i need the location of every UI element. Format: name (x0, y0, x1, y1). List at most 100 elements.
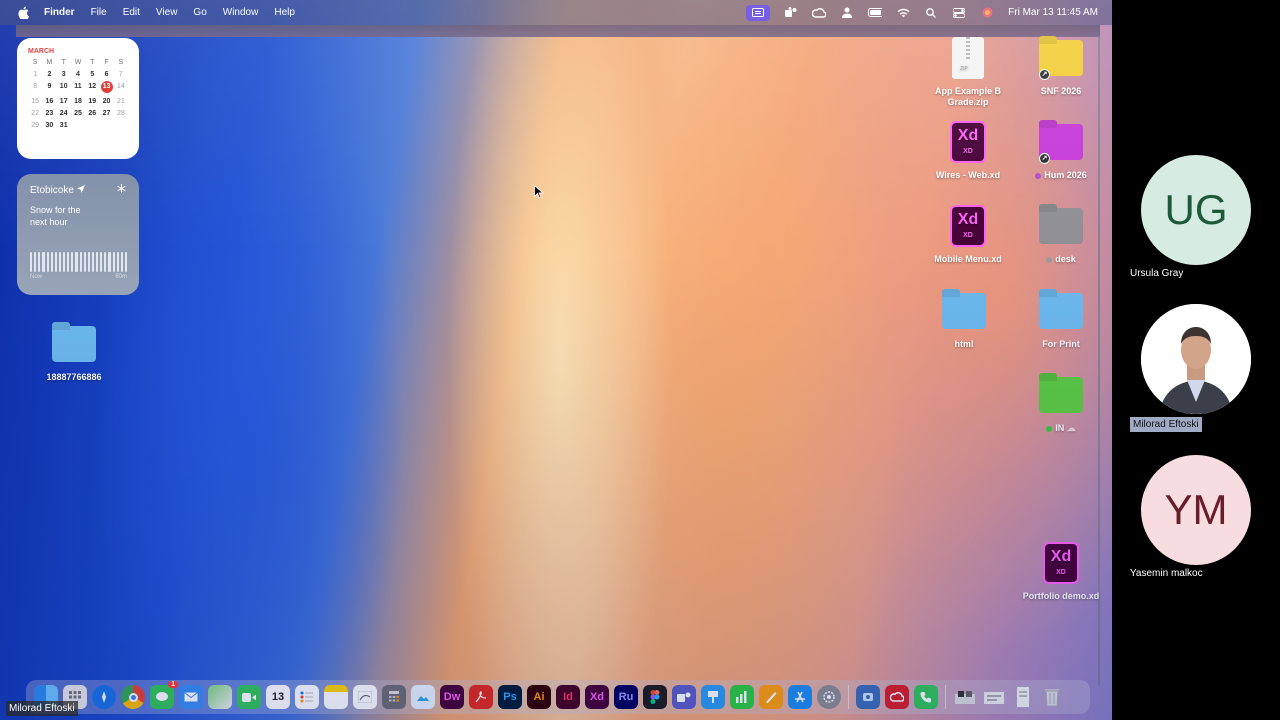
calendar-day[interactable]: 17 (57, 98, 71, 105)
control-center-icon[interactable] (952, 7, 966, 19)
menu-help[interactable]: Help (274, 7, 295, 18)
menu-edit[interactable]: Edit (123, 7, 140, 18)
xd-app-icon[interactable]: Xd (585, 685, 609, 709)
calendar-day[interactable]: 19 (85, 98, 99, 105)
participant-tile-ursula[interactable]: UG Ursula Gray (1130, 155, 1260, 279)
menu-file[interactable]: File (91, 7, 107, 18)
calendar-widget[interactable]: MARCH S M T W T F S 1 2 3 4 5 6 7 8 9 10 11 12 13 14 15 16 17 18… (17, 38, 139, 159)
calendar-day[interactable]: 25 (71, 110, 85, 117)
dock-downloads-stack-icon[interactable] (1011, 685, 1035, 709)
calculator-icon[interactable] (382, 685, 406, 709)
system-settings-icon[interactable] (817, 685, 841, 709)
desktop-folder-html[interactable]: html (924, 289, 1004, 350)
desktop-folder-for-print[interactable]: For Print (1021, 289, 1101, 350)
siri-icon[interactable] (980, 7, 994, 19)
teams-app-icon[interactable] (672, 685, 696, 709)
desktop-file-wires-web-xd[interactable]: Xd XD Wires - Web.xd (928, 120, 1008, 181)
calendar-day[interactable]: 16 (42, 98, 56, 105)
user-icon[interactable] (840, 7, 854, 19)
reminders-icon[interactable] (295, 685, 319, 709)
screenshot-app-icon[interactable] (856, 685, 880, 709)
calendar-weekday: S (32, 59, 38, 66)
menu-view[interactable]: View (156, 7, 178, 18)
messages-icon[interactable]: 1 (150, 681, 178, 709)
calendar-day[interactable]: 21 (114, 98, 128, 105)
safari-icon[interactable] (92, 685, 116, 709)
indesign-icon[interactable]: Id (556, 685, 580, 709)
desktop-folder-in[interactable]: IN ☁ (1021, 373, 1101, 434)
calendar-day[interactable]: 18 (71, 98, 85, 105)
app-store-icon[interactable] (788, 685, 812, 709)
calendar-day[interactable]: 30 (42, 122, 56, 129)
search-icon[interactable] (924, 7, 938, 19)
weather-widget[interactable]: Etobicoke Snow for the next hour Now 60m (17, 174, 139, 295)
creative-cloud-icon[interactable] (812, 7, 827, 19)
premiere-rush-icon[interactable]: Ru (614, 685, 638, 709)
calendar-day[interactable]: 31 (57, 122, 71, 129)
keynote-icon[interactable] (701, 685, 725, 709)
menu-app-name[interactable]: Finder (44, 7, 75, 18)
calendar-day[interactable]: 4 (71, 71, 85, 78)
calendar-today[interactable]: 13 (100, 81, 113, 93)
calendar-day[interactable]: 8 (28, 83, 42, 93)
desktop-folder-numbers[interactable]: 18887766886 (34, 322, 114, 383)
dock-folder-stack-icon[interactable] (953, 685, 977, 709)
figma-icon[interactable] (643, 685, 667, 709)
calendar-day[interactable]: 10 (57, 83, 71, 93)
calendar-day[interactable]: 3 (57, 71, 71, 78)
calendar-day[interactable]: 24 (57, 110, 71, 117)
chrome-icon[interactable] (121, 685, 145, 709)
photoshop-icon[interactable]: Ps (498, 685, 522, 709)
facetime-icon[interactable] (237, 685, 261, 709)
desktop-file-portfolio-demo-xd[interactable]: Xd XD Portfolio demo.xd (1021, 541, 1101, 602)
calendar-day[interactable]: 9 (42, 83, 56, 93)
preview-icon[interactable] (411, 685, 435, 709)
maps-icon[interactable] (208, 685, 232, 709)
illustrator-icon[interactable]: Ai (527, 685, 551, 709)
desktop-file-mobile-menu-xd[interactable]: Xd XD Mobile Menu.xd (928, 204, 1008, 265)
screen-share-icon[interactable] (746, 4, 771, 21)
menu-go[interactable]: Go (193, 7, 206, 18)
calendar-day[interactable]: 11 (71, 83, 85, 93)
calendar-day[interactable]: 7 (114, 71, 128, 78)
desktop-folder-snf-2026[interactable]: ↗ SNF 2026 (1021, 36, 1101, 97)
menu-clock[interactable]: Fri Mar 13 11:45 AM (1008, 7, 1098, 18)
precipitation-bar (54, 252, 57, 272)
calendar-day[interactable]: 2 (42, 71, 56, 78)
participant-tile-milorad[interactable]: Milorad Eftoski (1130, 304, 1260, 432)
dock-documents-stack-icon[interactable] (982, 685, 1006, 709)
desktop-folder-desk[interactable]: desk (1021, 204, 1101, 265)
calendar-day[interactable]: 15 (28, 98, 42, 105)
participant-tile-yasemin[interactable]: YM Yasemin malkoc (1130, 455, 1260, 579)
teams-icon[interactable] (784, 7, 798, 19)
desktop-folder-hum-2026[interactable]: ↗ Hum 2026 (1021, 120, 1101, 181)
apple-menu-icon[interactable] (18, 6, 32, 20)
calendar-day[interactable]: 28 (114, 110, 128, 117)
calendar-day[interactable]: 26 (85, 110, 99, 117)
calendar-app-icon[interactable]: 13 (266, 685, 290, 709)
acrobat-icon[interactable] (469, 685, 493, 709)
wifi-icon[interactable] (896, 7, 910, 19)
numbers-icon[interactable] (730, 685, 754, 709)
trash-icon[interactable] (1040, 685, 1064, 709)
menu-window[interactable]: Window (223, 7, 259, 18)
desktop-file-app-example-zip[interactable]: ZIP App Example B Grade.zip (928, 36, 1008, 108)
dreamweaver-icon[interactable]: Dw (440, 685, 464, 709)
calendar-day[interactable]: 12 (85, 83, 99, 93)
calendar-day[interactable]: 5 (85, 71, 99, 78)
phone-icon[interactable] (914, 685, 938, 709)
calendar-day[interactable]: 29 (28, 122, 42, 129)
pages-icon[interactable] (759, 685, 783, 709)
creative-cloud-app-icon[interactable] (885, 685, 909, 709)
notes-icon[interactable] (324, 685, 348, 709)
freeform-icon[interactable] (353, 685, 377, 709)
calendar-day[interactable]: 20 (99, 98, 113, 105)
calendar-day[interactable]: 27 (99, 110, 113, 117)
calendar-day[interactable]: 6 (99, 71, 113, 78)
calendar-day[interactable]: 14 (114, 83, 128, 93)
mail-icon[interactable] (179, 685, 203, 709)
calendar-day[interactable]: 23 (42, 110, 56, 117)
battery-icon[interactable] (868, 7, 883, 19)
calendar-day[interactable]: 1 (28, 71, 42, 78)
calendar-day[interactable]: 22 (28, 110, 42, 117)
